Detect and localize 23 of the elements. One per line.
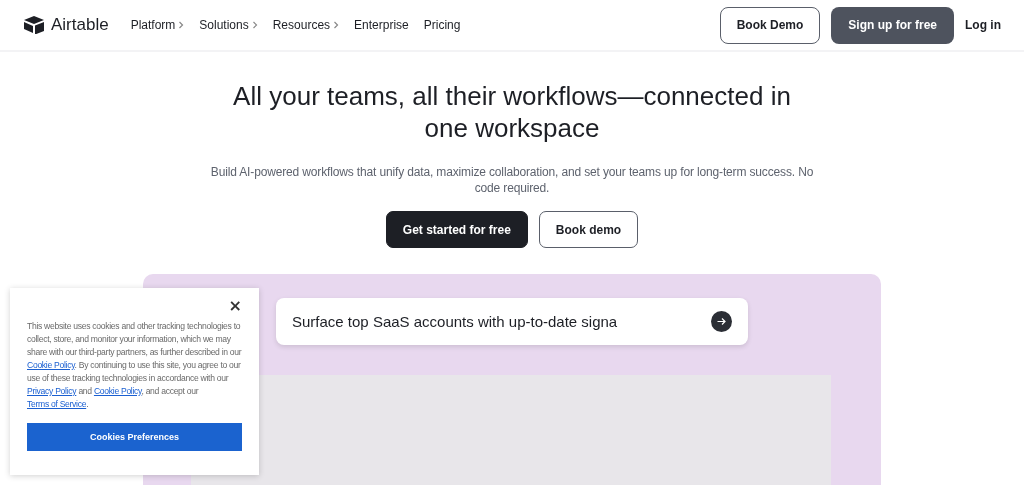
book-demo-button[interactable]: Book demo <box>538 211 639 248</box>
policy-link[interactable]: Privacy Policy <box>27 386 77 396</box>
hero-subtitle: Build AI-powered workflows that unify data, maximize collaboration, and set your teams up for long-term success. No code required. <box>209 164 815 196</box>
chevron-icon <box>178 21 185 29</box>
close-button[interactable]: × <box>228 298 242 314</box>
log-in-link[interactable]: Log in <box>965 18 1001 32</box>
cookies-preferences-button[interactable]: Cookies Preferences <box>27 423 242 451</box>
cookie-notice-text: This website uses cookies and other tracking technologies to collect, store, and monitor your information, which we may share with our third-party partners, as further described in our Cookie Policy. By continuing to use this site, you agree to our use of these tracking technologies in accordance with our Privacy Policy and Cookie Policy, and accept our Terms of Service. <box>27 320 242 411</box>
hero-headline: All your teams, all their workflows—connected in one workspace <box>232 80 792 144</box>
nav-link[interactable]: Enterprise <box>354 18 409 32</box>
nav-link[interactable]: Solutions <box>199 18 258 32</box>
book-demo-button[interactable]: Book Demo <box>719 6 821 44</box>
nav-link[interactable]: Resources <box>272 18 340 32</box>
box-logo-icon <box>23 16 45 34</box>
chevron-icon <box>251 21 258 29</box>
get-started-button[interactable]: Get started for free <box>385 211 528 248</box>
nav-link[interactable]: Pricing <box>423 18 461 32</box>
nav-link[interactable]: Platform <box>130 18 185 32</box>
chevron-icon <box>333 21 340 29</box>
arrow-button-icon[interactable] <box>711 311 732 332</box>
sign-up-button[interactable]: Sign up for free <box>831 6 954 44</box>
prompt-text: Surface top SaaS accounts with up-to-date signa <box>292 313 618 330</box>
brand-name: Airtable <box>51 15 109 35</box>
